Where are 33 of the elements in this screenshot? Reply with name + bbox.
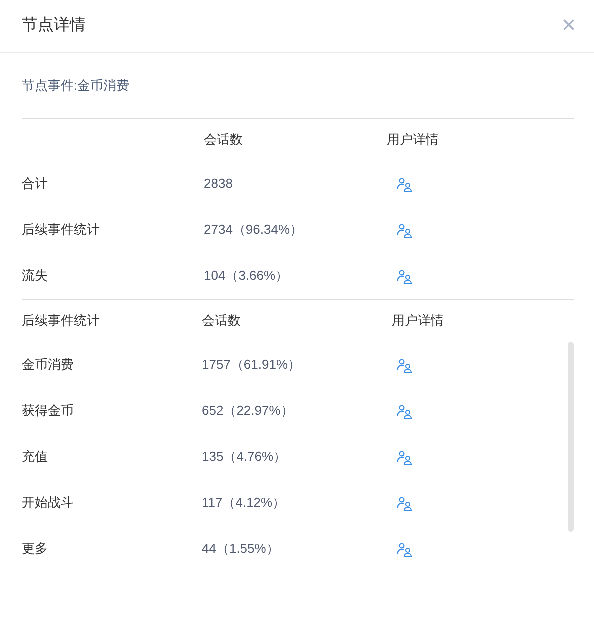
session-count: 652（22.97%） bbox=[202, 403, 294, 418]
users-icon[interactable] bbox=[397, 496, 413, 511]
close-button[interactable]: × bbox=[562, 14, 576, 38]
session-count: 44（1.55%） bbox=[202, 541, 280, 556]
event-name: 流失 bbox=[22, 268, 48, 284]
event-name: 充值 bbox=[22, 449, 48, 464]
event-name: 后续事件统计 bbox=[22, 222, 100, 238]
column-header: 会话数 bbox=[204, 132, 243, 148]
event-label: 节点事件:金币消费 bbox=[22, 76, 130, 95]
users-icon[interactable] bbox=[397, 404, 413, 419]
column-header: 会话数 bbox=[202, 313, 241, 328]
event-name: 开始战斗 bbox=[22, 495, 74, 510]
event-name: 获得金币 bbox=[22, 403, 74, 418]
session-count: 2734（96.34%） bbox=[204, 222, 304, 238]
users-icon[interactable] bbox=[397, 270, 413, 284]
session-count: 2838 bbox=[204, 176, 233, 192]
scrollbar[interactable] bbox=[568, 342, 574, 532]
session-count: 1757（61.91%） bbox=[202, 357, 302, 372]
session-count: 135（4.76%） bbox=[202, 449, 287, 464]
column-header: 后续事件统计 bbox=[22, 313, 100, 328]
session-count: 117（4.12%） bbox=[202, 495, 286, 510]
event-name: 金币消费 bbox=[22, 357, 74, 372]
session-count: 104（3.66%） bbox=[204, 268, 289, 284]
event-name: 更多 bbox=[22, 541, 48, 556]
users-icon[interactable] bbox=[397, 358, 413, 373]
users-icon[interactable] bbox=[397, 178, 413, 192]
users-icon[interactable] bbox=[397, 450, 413, 465]
users-icon[interactable] bbox=[397, 542, 413, 557]
dialog-title: 节点详情 bbox=[22, 16, 86, 36]
users-icon[interactable] bbox=[397, 224, 413, 238]
event-name: 合计 bbox=[22, 176, 48, 192]
column-header: 用户详情 bbox=[392, 313, 444, 328]
column-header: 用户详情 bbox=[387, 132, 439, 148]
